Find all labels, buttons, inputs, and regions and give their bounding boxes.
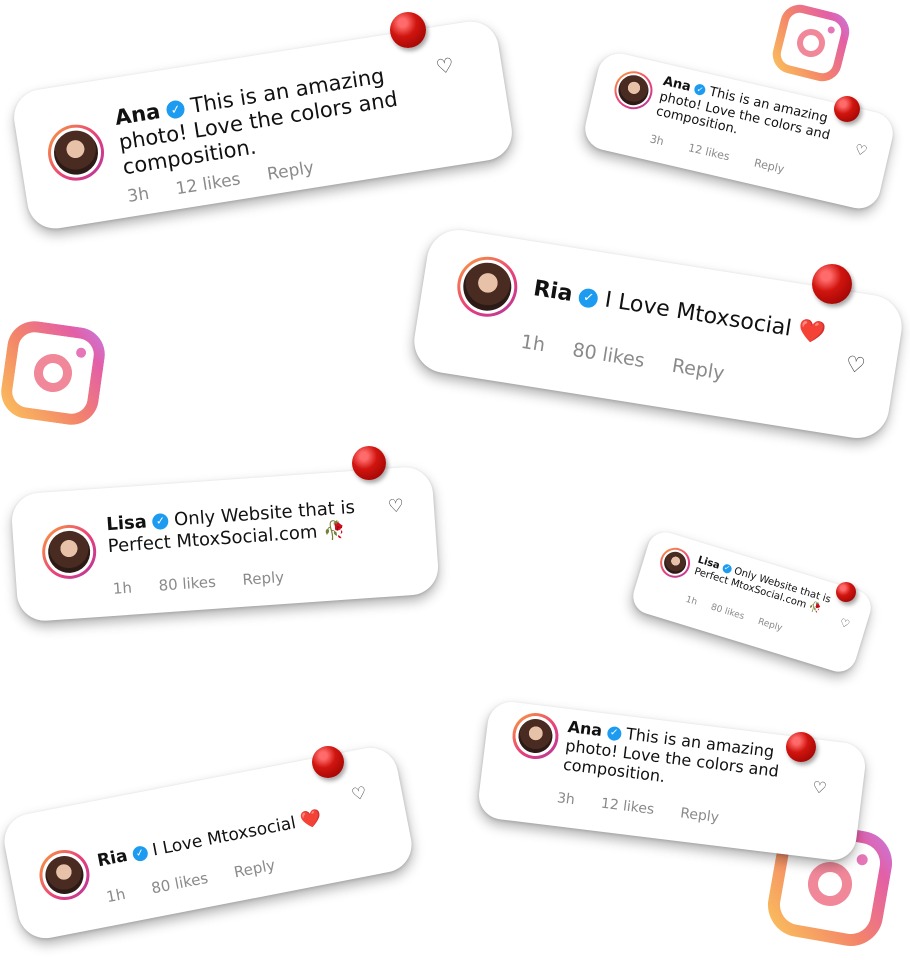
reply-button[interactable]: Reply [757,617,784,634]
comment-text: Ria ✓ I Love Mtoxsocial ❤️ [96,806,335,872]
comment-card: Ana ✓ This is an amazing photo! Love the… [476,699,868,863]
username[interactable]: Ria [532,276,575,307]
comment-card: Ria ✓ I Love Mtoxsocial ❤️ 1h 80 likes R… [409,225,907,443]
reply-button[interactable]: Reply [232,856,276,882]
heart-outline-icon[interactable]: ♡ [387,495,405,517]
comment-body: This is an amazing photo! Love the color… [654,84,832,143]
heart-outline-icon[interactable]: ♡ [350,783,369,806]
avatar [35,845,94,905]
comment-text: Ana ✓ This is an amazing photo! Love the… [113,59,421,181]
like-count[interactable]: 80 likes [571,339,646,372]
timestamp: 3h [126,183,151,207]
timestamp: 1h [684,594,699,608]
comment-card: Ana ✓ This is an amazing photo! Love the… [580,49,898,213]
instagram-icon [768,0,854,86]
push-pin-icon [312,746,344,778]
avatar [43,120,109,185]
reply-button[interactable]: Reply [679,805,719,826]
heart-outline-icon[interactable]: ♡ [434,53,455,80]
push-pin-icon [834,96,860,122]
push-pin-icon [812,264,852,304]
timestamp: 3h [556,790,576,809]
verified-badge-icon: ✓ [606,725,622,741]
like-count[interactable]: 80 likes [710,602,746,622]
push-pin-icon [786,732,816,762]
avatar [656,544,694,582]
reply-button[interactable]: Reply [266,158,316,185]
verified-badge-icon: ✓ [165,99,186,120]
comment-body: I Love Mtoxsocial ❤️ [150,808,324,861]
username[interactable]: Lisa [106,511,148,535]
avatar [509,710,562,762]
reply-button[interactable]: Reply [753,156,786,176]
heart-outline-icon[interactable]: ♡ [811,777,828,798]
verified-badge-icon: ✓ [131,844,149,862]
reply-button[interactable]: Reply [242,568,285,589]
verified-badge-icon: ✓ [721,562,733,574]
timestamp: 1h [112,578,133,598]
like-count[interactable]: 12 likes [174,169,241,199]
avatar [40,523,98,581]
comment-card: Ana ✓ This is an amazing photo! Love the… [10,17,516,233]
comment-body: I Love Mtoxsocial ❤️ [603,287,828,348]
heart-outline-icon[interactable]: ♡ [844,352,867,380]
comment-meta: 1h 80 likes Reply [519,331,747,388]
like-count[interactable]: 12 likes [687,141,731,163]
verified-badge-icon: ✓ [577,286,600,309]
like-count[interactable]: 80 likes [150,869,210,898]
username[interactable]: Ria [96,846,130,871]
comment-text: Lisa ✓ Only Website that is Perfect Mtox… [106,496,368,557]
comment-card: Ria ✓ I Love Mtoxsocial ❤️ 1h 80 likes R… [0,742,417,944]
push-pin-icon [390,12,426,48]
heart-outline-icon[interactable]: ♡ [853,142,869,160]
heart-outline-icon[interactable]: ♡ [838,616,851,631]
avatar [610,67,657,114]
comment-meta: 3h 12 likes Reply [556,790,742,828]
like-count[interactable]: 12 likes [600,796,655,818]
comment-card: Lisa ✓ Only Website that is Perfect Mtox… [628,527,876,677]
comment-card: Lisa ✓ Only Website that is Perfect Mtox… [10,465,440,623]
push-pin-icon [836,582,856,602]
verified-badge-icon: ✓ [151,512,170,530]
reply-button[interactable]: Reply [670,355,725,385]
comment-meta: 1h 80 likes Reply [112,566,306,598]
like-count[interactable]: 80 likes [158,573,217,595]
instagram-icon [0,317,109,429]
push-pin-icon [352,446,386,480]
timestamp: 3h [648,132,666,149]
comment-text: Ana ✓ This is an amazing photo! Love the… [562,717,792,802]
timestamp: 1h [519,330,547,357]
timestamp: 1h [104,884,127,907]
verified-badge-icon: ✓ [693,83,707,97]
avatar [452,252,522,322]
